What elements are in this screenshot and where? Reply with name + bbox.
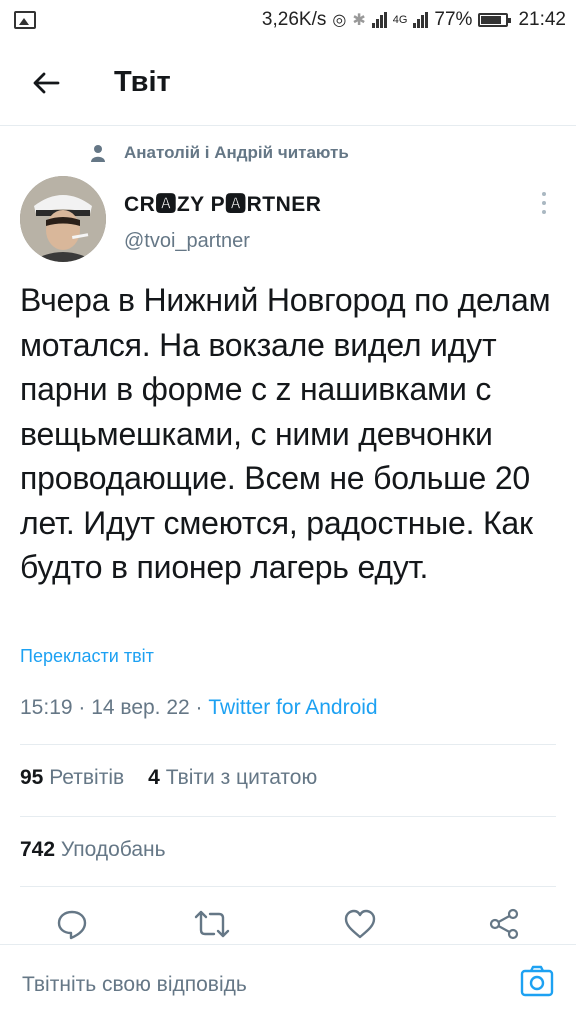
page-title: Твіт: [114, 66, 171, 98]
dot-icon: [542, 210, 546, 214]
signal-2-icon: [413, 12, 429, 28]
reply-icon: [57, 910, 87, 940]
image-notification-icon: [14, 11, 36, 29]
clock: 21:42: [518, 9, 566, 30]
hotspot-icon: ◎: [332, 12, 347, 29]
divider: [20, 816, 556, 817]
battery-percent: 77%: [434, 9, 473, 30]
signal-1-icon: [371, 12, 387, 28]
network-type: 4G: [392, 14, 408, 26]
share-icon: [489, 908, 519, 940]
camera-button[interactable]: [520, 964, 554, 998]
avatar-image: [20, 176, 106, 262]
camera-icon: [520, 965, 554, 997]
network-speed: 3,26K/s: [261, 9, 327, 30]
divider: [20, 744, 556, 745]
tweet-text: Вчера в Нижний Новгород по делам мотался…: [20, 282, 551, 585]
reply-bar: [0, 946, 576, 1024]
quotes-stat[interactable]: 4 Твіти з цитатою: [148, 766, 317, 790]
social-context-text: Анатолій і Андрій читають: [124, 143, 349, 162]
author-avatar[interactable]: [20, 176, 106, 262]
tweet-source-link[interactable]: Twitter for Android: [208, 696, 377, 719]
social-context[interactable]: Анатолій і Андрій читають: [90, 143, 349, 163]
dot-icon: [542, 201, 546, 205]
more-options-button[interactable]: [534, 190, 554, 216]
person-icon: [91, 145, 105, 162]
top-app-bar: Твіт: [0, 40, 576, 126]
tweet-timestamp: 15:19 · 14 вер. 22 ·: [20, 696, 209, 719]
translate-tweet-link[interactable]: Перекласти твіт: [20, 646, 154, 667]
divider: [0, 944, 576, 945]
retweet-button[interactable]: [194, 906, 230, 942]
battery-icon: [478, 13, 512, 27]
share-button[interactable]: [486, 906, 522, 942]
reply-button[interactable]: [54, 906, 90, 942]
likes-label: Уподобань: [60, 838, 166, 861]
author-handle[interactable]: @tvoi_partner: [124, 230, 250, 253]
quotes-label: Твіти з цитатою: [165, 766, 318, 789]
retweets-label: Ретвітів: [49, 766, 125, 789]
tweet-actions: [0, 900, 576, 946]
bluetooth-icon: ✱: [352, 12, 366, 29]
likes-stat[interactable]: 742 Уподобань: [20, 838, 166, 862]
author-name[interactable]: CR🅰ZY P🅰RTNER: [124, 188, 321, 218]
retweets-count: 95: [20, 766, 44, 789]
arrow-left-icon: [33, 72, 60, 93]
dot-icon: [542, 192, 546, 196]
quotes-count: 4: [148, 766, 160, 789]
tweet-meta: 15:19 · 14 вер. 22 · Twitter for Android: [20, 696, 378, 720]
status-bar: 3,26K/s ◎ ✱ 4G 77% 21:42: [0, 0, 576, 40]
likes-count: 742: [20, 838, 56, 861]
divider: [20, 886, 556, 887]
reply-input[interactable]: [22, 973, 492, 997]
like-icon: [344, 909, 376, 939]
like-button[interactable]: [342, 906, 378, 942]
engagement-stats: 95 Ретвітів 4 Твіти з цитатою: [20, 766, 317, 790]
back-button[interactable]: [20, 57, 72, 109]
retweet-icon: [194, 910, 230, 938]
retweets-stat[interactable]: 95 Ретвітів: [20, 766, 124, 790]
